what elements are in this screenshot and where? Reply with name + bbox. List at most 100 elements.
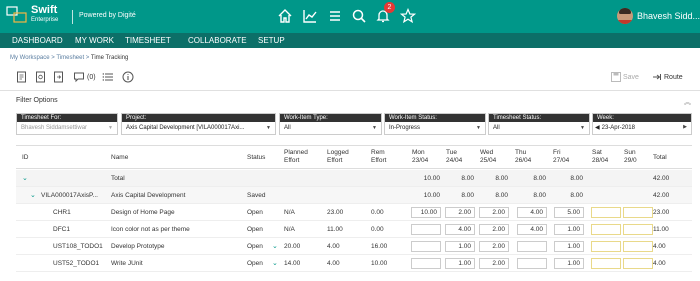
hours-input-thu[interactable]: [517, 258, 547, 269]
hours-input-fri[interactable]: 1.00: [554, 241, 584, 252]
hours-input-mon[interactable]: [411, 241, 441, 252]
project-row: ⌄ VILA000017AxisP... Axis Capital Develo…: [16, 187, 692, 204]
hours-input-wed[interactable]: 2.00: [479, 224, 509, 235]
hours-input-tue[interactable]: 1.00: [445, 241, 475, 252]
work-item-id[interactable]: CHR1: [53, 209, 71, 217]
week-filter[interactable]: Week: ◀ 23-Apr-2018 ▶: [592, 113, 692, 135]
rem-effort: 0.00: [371, 226, 384, 233]
hours-input-thu[interactable]: [517, 241, 547, 252]
analytics-icon[interactable]: [302, 8, 318, 24]
breadcrumb: My Workspace > Timesheet > Time Tracking: [10, 55, 128, 61]
project-id[interactable]: VILA000017AxisP...: [41, 192, 98, 200]
star-icon[interactable]: [400, 8, 416, 24]
row-total: 11.00: [653, 226, 669, 233]
work-item-id[interactable]: UST108_TODO1: [53, 243, 103, 251]
list-icon[interactable]: [102, 71, 114, 83]
col-logged: Logged Effort: [327, 149, 349, 164]
hours-input-tue[interactable]: 4.00: [445, 224, 475, 235]
row-total: 4.00: [653, 260, 666, 267]
hours-input-sat[interactable]: [591, 207, 621, 218]
powered-by-text: Powered by Digité: [79, 12, 136, 19]
breadcrumb-time-tracking: Time Tracking: [90, 55, 129, 61]
hours-input-sat[interactable]: [591, 241, 621, 252]
breadcrumb-timesheet[interactable]: Timesheet: [56, 55, 84, 61]
chevron-up-icon[interactable]: ︽: [684, 97, 691, 107]
search-icon[interactable]: [351, 8, 367, 24]
hours-input-mon[interactable]: [411, 224, 441, 235]
work-item-id[interactable]: UST52_TODO1: [53, 260, 99, 268]
timesheet-status-filter[interactable]: Timesheet Status: All ▼: [488, 113, 590, 135]
rem-effort: 16.00: [371, 243, 388, 250]
col-mon: Mon 23/04: [412, 149, 429, 164]
user-name[interactable]: Bhavesh Sidd...: [637, 11, 700, 21]
nav-setup[interactable]: SETUP: [258, 36, 285, 45]
table-row: CHR1 Design of Home Page Open N/A 23.00 …: [16, 204, 692, 221]
filter-options-title: Filter Options: [16, 97, 58, 104]
menu-icon[interactable]: [327, 8, 343, 24]
total-label: Total: [111, 175, 125, 182]
week-value: 23-Apr-2018: [601, 125, 635, 131]
chevron-down-icon[interactable]: ⌄: [272, 259, 278, 267]
save-icon[interactable]: [611, 72, 621, 82]
save-button[interactable]: Save: [623, 74, 639, 81]
day-total: 10.00: [423, 192, 440, 199]
comment-icon[interactable]: [73, 71, 85, 83]
avatar[interactable]: [617, 8, 633, 24]
collapse-icon[interactable]: ⌄: [22, 174, 28, 182]
hours-input-fri[interactable]: 1.00: [554, 224, 584, 235]
home-icon[interactable]: [277, 8, 293, 24]
planned-effort: N/A: [284, 209, 295, 216]
export-document-icon[interactable]: [53, 71, 65, 83]
hours-input-sun[interactable]: [623, 241, 653, 252]
work-item-status-filter[interactable]: Work-Item Status: In-Progress ▼: [384, 113, 486, 135]
hours-input-fri[interactable]: 1.00: [554, 258, 584, 269]
hours-input-tue[interactable]: 1.00: [445, 258, 475, 269]
hours-input-fri[interactable]: 5.00: [554, 207, 584, 218]
route-button[interactable]: Route: [664, 74, 683, 81]
hours-input-sat[interactable]: [591, 224, 621, 235]
col-id: ID: [22, 154, 29, 161]
breadcrumb-my-workspace[interactable]: My Workspace: [10, 55, 50, 61]
collapse-icon[interactable]: ⌄: [30, 191, 36, 199]
day-total: 8.00: [533, 192, 546, 199]
logged-effort: 23.00: [327, 209, 344, 216]
hours-input-sun[interactable]: [623, 207, 653, 218]
hours-input-tue[interactable]: 2.00: [445, 207, 475, 218]
day-total: 10.00: [423, 175, 440, 182]
filter-label: Project:: [122, 114, 275, 122]
day-total: 8.00: [570, 192, 583, 199]
next-week-icon[interactable]: ▶: [683, 124, 687, 130]
nav-timesheet[interactable]: TIMESHEET: [125, 36, 171, 45]
hours-input-mon[interactable]: 10.00: [411, 207, 441, 218]
hours-input-sun[interactable]: [623, 224, 653, 235]
hours-input-wed[interactable]: 2.00: [479, 207, 509, 218]
prev-week-icon[interactable]: ◀: [593, 125, 602, 131]
edit-document-icon[interactable]: [16, 71, 28, 83]
hours-input-wed[interactable]: 2.00: [479, 241, 509, 252]
col-wed: Wed 25/04: [480, 149, 497, 164]
col-total: Total: [653, 154, 667, 161]
hours-input-thu[interactable]: 4.00: [517, 224, 547, 235]
search-document-icon[interactable]: [35, 71, 47, 83]
hours-input-mon[interactable]: [411, 258, 441, 269]
route-icon[interactable]: [652, 72, 662, 82]
breadcrumb-separator: >: [51, 55, 55, 61]
hours-input-thu[interactable]: 4.00: [517, 207, 547, 218]
hours-input-wed[interactable]: 2.00: [479, 258, 509, 269]
nav-dashboard[interactable]: DASHBOARD: [12, 36, 63, 45]
filter-label: Week:: [593, 114, 691, 122]
hours-input-sat[interactable]: [591, 258, 621, 269]
nav-my-work[interactable]: MY WORK: [75, 36, 114, 45]
col-thu: Thu 26/04: [515, 149, 532, 164]
chevron-down-icon[interactable]: ⌄: [272, 242, 278, 250]
timesheet-for-filter[interactable]: Timesheet For: Bhavesh Siddamsettiwar ▼: [16, 113, 118, 135]
work-item-name: Develop Prototype: [111, 243, 165, 250]
work-item-type-filter[interactable]: Work-Item Type: All ▼: [279, 113, 382, 135]
project-filter[interactable]: Project: Axis Capital Development [VILA0…: [121, 113, 276, 135]
filter-label: Work-Item Status:: [385, 114, 485, 122]
nav-collaborate[interactable]: COLLABORATE: [188, 36, 247, 45]
hours-input-sun[interactable]: [623, 258, 653, 269]
filter-value: All: [493, 125, 500, 131]
info-icon[interactable]: [122, 71, 134, 83]
work-item-id[interactable]: DFC1: [53, 226, 70, 234]
